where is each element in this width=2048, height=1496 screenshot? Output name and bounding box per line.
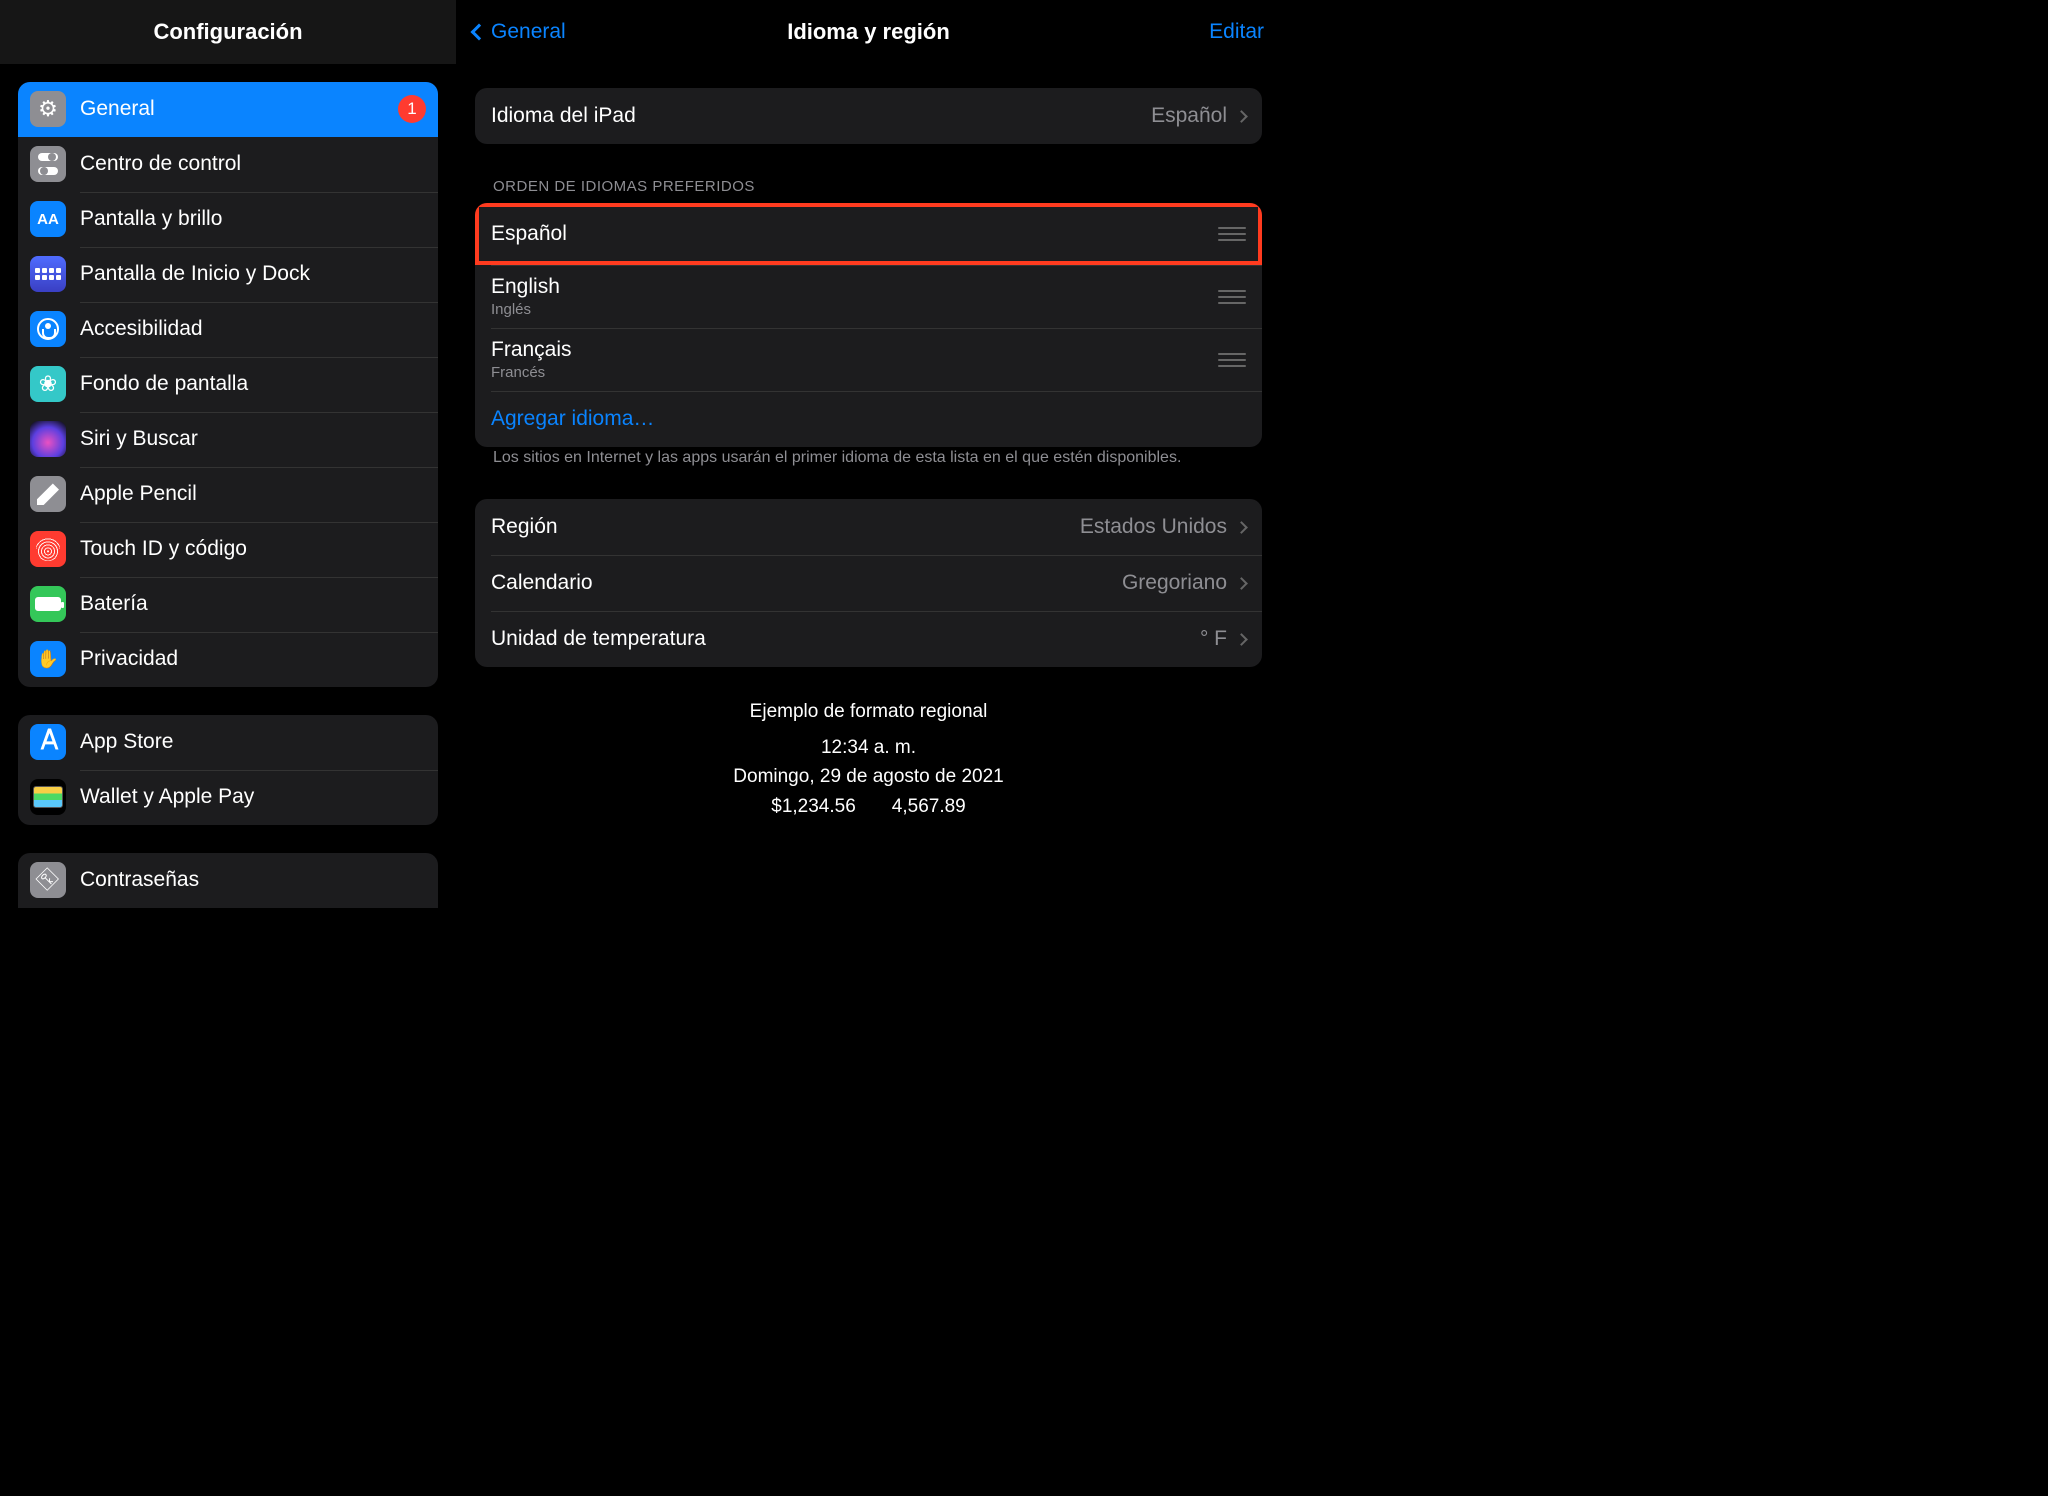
sidebar-item-label: Privacidad <box>80 647 426 671</box>
detail-header: General Idioma y región Editar <box>457 0 1280 64</box>
battery-icon <box>30 586 66 622</box>
sidebar-item-fondo-de-pantalla[interactable]: Fondo de pantalla <box>18 357 438 412</box>
back-button[interactable]: General <box>473 20 566 44</box>
notification-badge: 1 <box>398 95 426 123</box>
sidebar-item-label: General <box>80 97 398 121</box>
row-calendar[interactable]: Calendario Gregoriano <box>475 555 1262 611</box>
edit-button[interactable]: Editar <box>1209 20 1264 44</box>
page-title: Idioma y región <box>457 19 1280 45</box>
example-title: Ejemplo de formato regional <box>475 697 1262 726</box>
region-group: Región Estados Unidos Calendario Gregori… <box>475 499 1262 667</box>
regional-format-example: Ejemplo de formato regional 12:34 a. m. … <box>475 697 1262 821</box>
chevron-right-icon <box>1235 577 1248 590</box>
row-temperature[interactable]: Unidad de temperatura ° F <box>475 611 1262 667</box>
wallet-icon <box>30 779 66 815</box>
sidebar-item-wallet-y-apple-pay[interactable]: Wallet y Apple Pay <box>18 770 438 825</box>
region-value: Estados Unidos <box>1080 515 1227 539</box>
flower-icon <box>30 366 66 402</box>
chevron-left-icon <box>471 24 488 41</box>
row-ipad-language[interactable]: Idioma del iPad Español <box>475 88 1262 144</box>
chevron-right-icon <box>1235 110 1248 123</box>
add-language-label: Agregar idioma… <box>491 407 1246 431</box>
temperature-value: ° F <box>1200 627 1227 651</box>
sidebar-group-store: App Store Wallet y Apple Pay <box>18 715 438 825</box>
ipad-language-label: Idioma del iPad <box>491 104 1151 128</box>
sidebar-item-label: Wallet y Apple Pay <box>80 785 426 809</box>
pencil-icon <box>30 476 66 512</box>
sidebar-item-apple-pencil[interactable]: Apple Pencil <box>18 467 438 522</box>
sidebar-item-pantalla-y-brillo[interactable]: AA Pantalla y brillo <box>18 192 438 247</box>
settings-sidebar: Configuración General1 Centro de control A… <box>0 0 457 935</box>
example-currency: $1,234.56 <box>771 796 856 817</box>
ipad-language-group: Idioma del iPad Español <box>475 88 1262 144</box>
accessibility-icon <box>30 311 66 347</box>
calendar-value: Gregoriano <box>1122 571 1227 595</box>
add-language-button[interactable]: Agregar idioma… <box>475 391 1262 447</box>
language-row-français[interactable]: Français Francés <box>475 328 1262 391</box>
sidebar-item-label: Siri y Buscar <box>80 427 426 451</box>
sidebar-item-label: Centro de control <box>80 152 426 176</box>
region-label: Región <box>491 515 1080 539</box>
sidebar-item-contrase-as[interactable]: Contraseñas <box>18 853 438 908</box>
preferred-languages-header: ORDEN DE IDIOMAS PREFERIDOS <box>475 174 1262 203</box>
sidebar-item-touch-id-y-c-digo[interactable]: Touch ID y código <box>18 522 438 577</box>
sidebar-item-label: Pantalla y brillo <box>80 207 426 231</box>
key-icon <box>30 862 66 898</box>
language-name: Français <box>491 338 1218 362</box>
sidebar-item-pantalla-de-inicio-y-dock[interactable]: Pantalla de Inicio y Dock <box>18 247 438 302</box>
sidebar-group-passwords: Contraseñas <box>18 853 438 908</box>
detail-pane: General Idioma y región Editar Idioma de… <box>457 0 1280 935</box>
back-label: General <box>491 20 566 44</box>
temperature-label: Unidad de temperatura <box>491 627 1200 651</box>
language-name: Español <box>491 222 1218 246</box>
preferred-languages-group: Español English Inglés Français Francés Agreg… <box>475 203 1262 447</box>
sidebar-title: Configuración <box>0 0 456 64</box>
drag-handle-icon[interactable] <box>1218 227 1246 241</box>
sidebar-item-siri-y-buscar[interactable]: Siri y Buscar <box>18 412 438 467</box>
drag-handle-icon[interactable] <box>1218 353 1246 367</box>
aa-icon: AA <box>30 201 66 237</box>
chevron-right-icon <box>1235 633 1248 646</box>
siri-icon <box>30 421 66 457</box>
sidebar-item-label: Fondo de pantalla <box>80 372 426 396</box>
sidebar-item-accesibilidad[interactable]: Accesibilidad <box>18 302 438 357</box>
language-row-español[interactable]: Español <box>475 203 1262 265</box>
language-subtitle: Francés <box>491 364 1218 381</box>
fingerprint-icon <box>30 531 66 567</box>
sidebar-item-bater-a[interactable]: Batería <box>18 577 438 632</box>
switches-icon <box>30 146 66 182</box>
hand-icon <box>30 641 66 677</box>
language-name: English <box>491 275 1218 299</box>
sidebar-item-label: Apple Pencil <box>80 482 426 506</box>
calendar-label: Calendario <box>491 571 1122 595</box>
ipad-language-value: Español <box>1151 104 1227 128</box>
example-date: Domingo, 29 de agosto de 2021 <box>475 762 1262 791</box>
sidebar-item-label: Contraseñas <box>80 868 426 892</box>
sidebar-item-label: Touch ID y código <box>80 537 426 561</box>
sidebar-item-label: Accesibilidad <box>80 317 426 341</box>
sidebar-item-label: Pantalla de Inicio y Dock <box>80 262 426 286</box>
language-subtitle: Inglés <box>491 301 1218 318</box>
gear-icon <box>30 91 66 127</box>
sidebar-item-privacidad[interactable]: Privacidad <box>18 632 438 687</box>
sidebar-item-app-store[interactable]: App Store <box>18 715 438 770</box>
grid-icon <box>30 256 66 292</box>
appstore-icon <box>30 724 66 760</box>
sidebar-group-device: General1 Centro de control AA Pantalla y br… <box>18 82 438 687</box>
example-time: 12:34 a. m. <box>475 733 1262 762</box>
sidebar-item-general[interactable]: General1 <box>18 82 438 137</box>
drag-handle-icon[interactable] <box>1218 290 1246 304</box>
chevron-right-icon <box>1235 521 1248 534</box>
sidebar-item-label: Batería <box>80 592 426 616</box>
example-number: 4,567.89 <box>892 796 966 817</box>
sidebar-item-label: App Store <box>80 730 426 754</box>
language-row-english[interactable]: English Inglés <box>475 265 1262 328</box>
sidebar-item-centro-de-control[interactable]: Centro de control <box>18 137 438 192</box>
row-region[interactable]: Región Estados Unidos <box>475 499 1262 555</box>
